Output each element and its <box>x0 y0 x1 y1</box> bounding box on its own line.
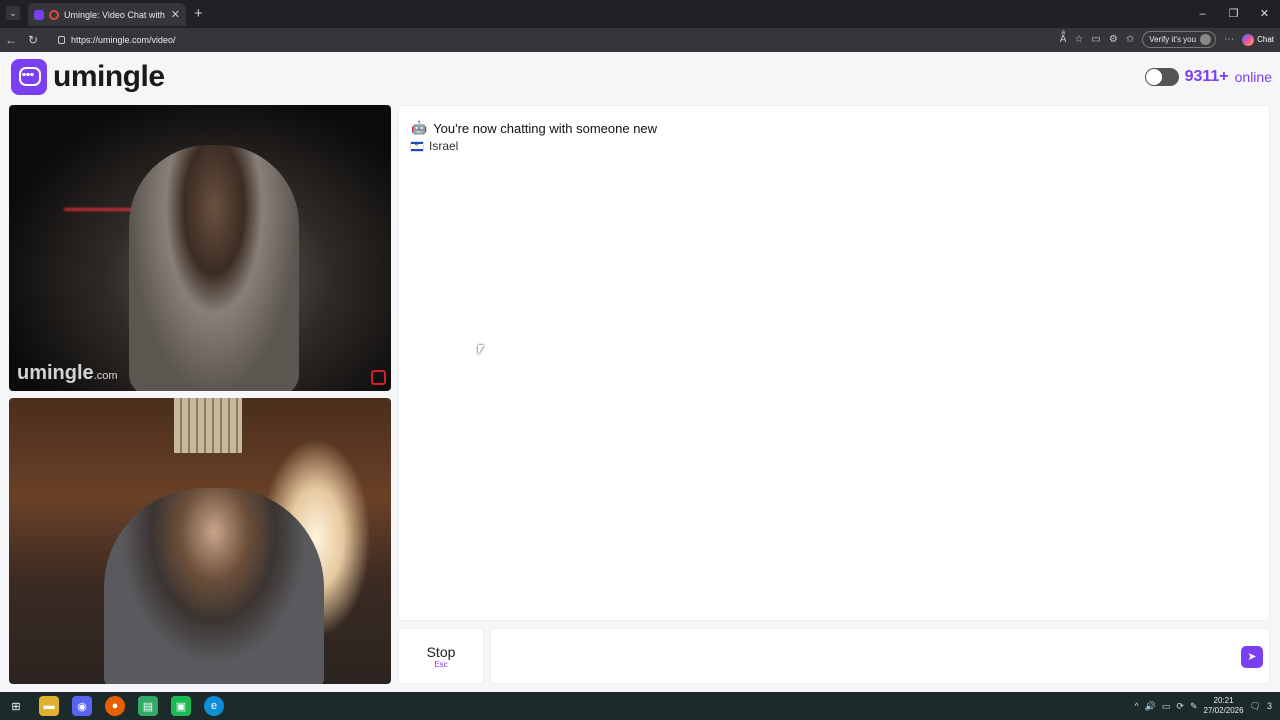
stop-shortcut: Esc <box>434 660 448 669</box>
online-suffix: + <box>1219 68 1229 85</box>
copilot-label: Chat <box>1257 35 1274 44</box>
mouse-cursor-icon <box>478 345 484 355</box>
url-text: https://umingle.com/video/ <box>71 35 176 45</box>
pen-icon[interactable]: ✎ <box>1190 701 1198 712</box>
report-flag-icon[interactable] <box>371 370 386 385</box>
theme-toggle[interactable] <box>1144 68 1179 86</box>
file-explorer-icon[interactable]: ▬ <box>39 696 59 716</box>
close-tab-icon[interactable]: ✕ <box>171 8 180 21</box>
online-label: online <box>1234 69 1272 85</box>
chat-log[interactable]: 🤖 You're now chatting with someone new I… <box>398 105 1270 621</box>
favorite-star-icon[interactable]: ☆ <box>1074 34 1083 45</box>
back-arrow-icon[interactable]: ← <box>0 33 22 47</box>
notification-icon[interactable]: 🗨 <box>1250 701 1261 712</box>
system-message-text: You're now chatting with someone new <box>433 120 658 136</box>
remote-person <box>129 145 299 391</box>
window-controls: – ❐ ✕ <box>1187 0 1280 28</box>
umingle-watermark: umingle.com <box>17 362 118 385</box>
tab-list-button[interactable]: ⌄ <box>6 6 20 20</box>
notepad-icon[interactable]: ▤ <box>138 696 158 716</box>
send-button[interactable]: ➤ <box>1241 646 1263 668</box>
clock-date: 27/02/2026 <box>1203 706 1244 715</box>
send-icon: ➤ <box>1247 651 1257 663</box>
reload-icon[interactable]: ↻ <box>22 33 44 47</box>
country-name: Israel <box>429 139 459 153</box>
message-input[interactable] <box>499 637 1219 677</box>
discord-icon[interactable]: ◉ <box>72 696 92 716</box>
partner-country: Israel <box>411 139 458 153</box>
new-tab-button[interactable]: + <box>194 5 203 22</box>
umingle-page: umingle 9311 + online umingle.com 🤖 You'… <box>0 52 1280 692</box>
edge-icon[interactable]: e <box>204 696 224 716</box>
local-person <box>104 488 324 684</box>
chevron-up-icon[interactable]: ^ <box>1134 701 1138 711</box>
firefox-icon[interactable]: ● <box>105 696 125 716</box>
system-message: 🤖 You're now chatting with someone new <box>411 120 657 136</box>
app-icon[interactable]: ▣ <box>171 696 191 716</box>
stop-label: Stop <box>426 644 456 660</box>
close-window-button[interactable]: ✕ <box>1249 0 1280 28</box>
local-video <box>9 398 391 684</box>
online-indicator: 9311 + online <box>1144 68 1272 86</box>
logo-text: umingle <box>53 60 165 93</box>
clock-time: 20:21 <box>1213 696 1234 705</box>
extensions-icon[interactable]: ⚙ <box>1109 34 1118 45</box>
remote-video[interactable]: umingle.com <box>9 105 391 391</box>
favorites-icon[interactable]: ✩ <box>1126 34 1134 45</box>
clock[interactable]: 20:21 27/02/2026 <box>1204 696 1244 716</box>
split-screen-icon[interactable]: ▭ <box>1091 34 1100 45</box>
recording-icon <box>49 9 59 20</box>
browser-tab[interactable]: Umingle: Video Chat with Str ✕ <box>28 3 186 26</box>
maximize-button[interactable]: ❐ <box>1218 0 1249 28</box>
verify-label: Verify it's you <box>1149 35 1197 44</box>
online-count: 9311 <box>1184 68 1220 85</box>
umingle-favicon-icon <box>34 9 44 20</box>
browser-toolbar: Aͣ ☆ ▭ ⚙ ✩ Verify it's you ⋯ Chat <box>1060 31 1274 48</box>
copilot-icon <box>1242 33 1255 46</box>
network-icon[interactable]: ▭ <box>1162 701 1171 712</box>
watermark-text: umingle <box>17 362 94 384</box>
windows-taskbar: ⊞ ▬ ◉ ● ▤ ▣ e ^ 🔊 ▭ ⟳ ✎ 20:21 27/02/2026… <box>0 692 1280 720</box>
speaker-icon[interactable]: 🔊 <box>1145 701 1156 712</box>
profile-avatar-icon <box>1200 34 1212 45</box>
windows-start-icon[interactable]: ⊞ <box>6 696 26 716</box>
minimize-button[interactable]: – <box>1187 0 1218 28</box>
site-info-icon[interactable] <box>58 36 65 44</box>
chat-bubble-logo-icon <box>11 59 47 95</box>
copilot-chat-button[interactable]: Chat <box>1242 33 1274 46</box>
tab-title: Umingle: Video Chat with Str <box>64 9 166 20</box>
sync-icon[interactable]: ⟳ <box>1176 701 1184 712</box>
message-box: ➤ <box>490 628 1270 684</box>
system-tray: ^ 🔊 ▭ ⟳ ✎ 20:21 27/02/2026 🗨 3 <box>1134 692 1272 720</box>
profile-verify-button[interactable]: Verify it's you <box>1142 31 1217 48</box>
browser-tab-bar: ⌄ Umingle: Video Chat with Str ✕ + – ❐ ✕ <box>0 0 1280 28</box>
site-logo[interactable]: umingle <box>11 59 165 95</box>
browser-address-bar: ← ↻ https://umingle.com/video/ Aͣ ☆ ▭ ⚙ … <box>0 28 1280 52</box>
more-menu-icon[interactable]: ⋯ <box>1224 34 1234 45</box>
notification-count: 3 <box>1266 701 1272 711</box>
hanging-cloth <box>174 398 242 453</box>
stop-button[interactable]: Stop Esc <box>398 628 484 684</box>
watermark-suffix: .com <box>93 370 118 382</box>
robot-icon: 🤖 <box>411 120 428 135</box>
israel-flag-icon <box>411 141 423 151</box>
url-field[interactable]: https://umingle.com/video/ <box>50 31 1040 49</box>
read-aloud-icon[interactable]: Aͣ <box>1060 34 1067 45</box>
